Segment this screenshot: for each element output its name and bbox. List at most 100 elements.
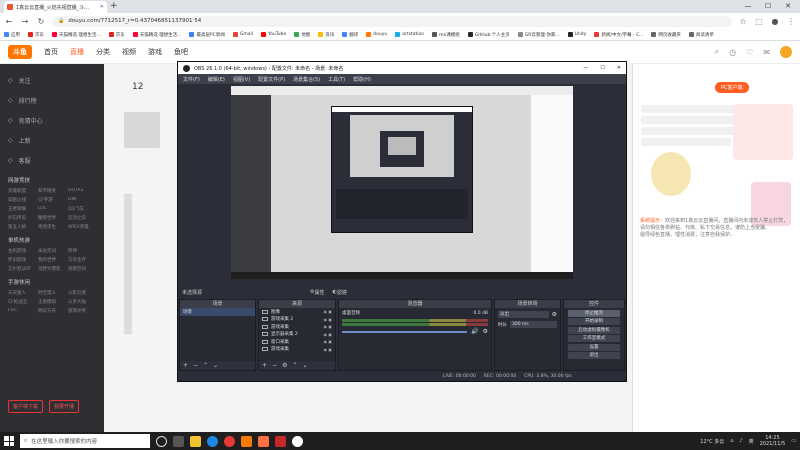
chrome-icon[interactable] xyxy=(224,435,235,447)
control-button[interactable]: 工作室模式 xyxy=(568,335,620,342)
bookmark-item[interactable]: YouTube xyxy=(260,32,286,37)
sidebar-category-link[interactable]: 原神 xyxy=(68,248,94,254)
douyu-app-icon[interactable] xyxy=(258,435,269,447)
sidebar-category-link[interactable]: LOL xyxy=(38,206,64,212)
message-icon[interactable]: ✉ xyxy=(763,48,770,57)
source-settings-icon[interactable]: ⚙ xyxy=(282,362,287,369)
search-icon[interactable]: ⌕ xyxy=(715,47,719,57)
obs-menu-item[interactable]: 配置文件(P) xyxy=(258,76,285,83)
extensions-icon[interactable]: ⬚ xyxy=(754,17,764,26)
mixer-gear-icon[interactable]: ⚙ xyxy=(483,328,488,335)
sidebar-category-link[interactable]: CF手游 xyxy=(38,197,64,203)
scene-item[interactable]: 场景 xyxy=(180,308,255,316)
sidebar-category-link[interactable]: 杀戮空间 xyxy=(68,266,94,272)
browser-tab[interactable]: 1真云云直播_火焰先视直播_斗... ✕ xyxy=(4,1,107,13)
sidebar-category-link[interactable]: 斗罗大陆 xyxy=(68,299,94,305)
sidebar-category-link[interactable]: 艾尔登法环 xyxy=(8,266,34,272)
add-source-icon[interactable]: + xyxy=(262,362,267,369)
cortana-icon[interactable] xyxy=(156,435,167,447)
task-view-icon[interactable] xyxy=(173,435,184,447)
visibility-eye-icon[interactable]: ◉ ▣ xyxy=(323,324,332,329)
weather-text[interactable]: 12°C 多云 xyxy=(700,438,724,445)
windows-start-icon[interactable] xyxy=(4,436,14,446)
obs-menu-item[interactable]: 场景集合(S) xyxy=(293,76,320,83)
url-field[interactable]: 🔒 douyu.com/7712517_r=0.437046851137901 … xyxy=(52,15,732,27)
source-item[interactable]: 游戏采集 ◉ ▣ xyxy=(259,346,335,354)
nav-game[interactable]: 游戏 xyxy=(148,47,162,57)
sidebar-item[interactable]: ◇ 竞猜中心 xyxy=(8,110,96,130)
douyu-logo[interactable]: 斗鱼 xyxy=(8,45,32,59)
remove-scene-icon[interactable]: − xyxy=(193,362,198,369)
obs-maximize-button[interactable]: ☐ xyxy=(600,65,604,71)
sidebar-category-link[interactable]: 方舟生存 xyxy=(68,257,94,263)
visibility-eye-icon[interactable]: ◉ ▣ xyxy=(323,332,332,337)
sidebar-category-link[interactable]: DOTA2 xyxy=(68,188,94,194)
bookmark-item[interactable]: mo课模组 xyxy=(432,32,460,38)
bookmark-item[interactable]: 京东 xyxy=(28,32,44,38)
bookmark-item[interactable]: 地图 xyxy=(294,32,310,38)
app-icon[interactable] xyxy=(275,435,286,447)
sidebar-category-link[interactable]: 英雄联盟 xyxy=(8,188,34,194)
nav-category[interactable]: 分类 xyxy=(96,47,110,57)
sidebar-category-link[interactable]: FGC xyxy=(8,308,34,314)
bookmark-item[interactable]: artstation xyxy=(395,32,424,37)
nav-home[interactable]: 首页 xyxy=(44,47,58,57)
reload-icon[interactable]: ↻ xyxy=(36,17,46,26)
obs-menu-item[interactable]: 工具(T) xyxy=(328,76,345,83)
transition-select[interactable]: 淡出 xyxy=(498,311,549,318)
sidebar-category-link[interactable]: 王者荣耀 xyxy=(8,206,34,212)
control-button[interactable]: 设置 xyxy=(568,343,620,351)
sidebar-category-link[interactable]: 第五人格 xyxy=(8,224,34,230)
add-scene-icon[interactable]: + xyxy=(183,362,188,369)
language-indicator[interactable]: 英 xyxy=(749,438,754,445)
properties-button[interactable]: ⚙ 属性 xyxy=(310,289,325,296)
source-item[interactable]: 窗口采集 ◉ ▣ xyxy=(259,338,335,346)
bookmark-item[interactable]: 天猫精选·理想生活... xyxy=(52,32,101,38)
obs-menu-item[interactable]: 视图(V) xyxy=(233,76,250,83)
edge-icon[interactable] xyxy=(207,435,218,447)
minimize-button[interactable]: — xyxy=(738,1,758,12)
bookmark-item[interactable]: 最高层PC新闻 xyxy=(189,32,225,38)
filters-button[interactable]: ◐ 滤镜 xyxy=(333,289,347,296)
transition-gear-icon[interactable]: ⚙ xyxy=(552,311,557,318)
sidebar-category-link[interactable]: 部落冲突 xyxy=(68,308,94,314)
bookmark-item[interactable]: 资讯 xyxy=(318,32,334,38)
sidebar-category-link[interactable]: DNF xyxy=(68,197,94,203)
sidebar-item[interactable]: ◇ 关注 xyxy=(8,70,96,90)
down-icon[interactable]: ⌄ xyxy=(302,362,307,369)
sidebar-category-link[interactable]: CF枪战王 xyxy=(8,299,34,305)
bookmark-item[interactable]: 京东 xyxy=(108,32,125,38)
sidebar-category-link[interactable]: 主机游戏 xyxy=(8,248,34,254)
tab-close-icon[interactable]: ✕ xyxy=(100,4,104,10)
bookmark-item[interactable]: 新闻/中文/字幕 - C... xyxy=(594,32,643,38)
streamer-thumbnail[interactable] xyxy=(124,112,160,148)
control-button[interactable]: 启动虚拟摄像机 xyxy=(568,326,620,334)
control-button[interactable]: 退出 xyxy=(568,352,620,359)
nav-yuba[interactable]: 鱼吧 xyxy=(174,47,188,57)
sidebar-category-link[interactable]: 炉石传说 xyxy=(8,215,34,221)
sidebar-category-link[interactable]: QQ飞车 xyxy=(68,206,94,212)
back-icon[interactable]: ← xyxy=(4,17,14,26)
sidebar-category-link[interactable]: 怀旧游戏 xyxy=(8,257,34,263)
sidebar-category-link[interactable]: 荒野大镖客 xyxy=(38,266,64,272)
visibility-eye-icon[interactable]: ◉ ▣ xyxy=(323,317,332,322)
bookmark-item[interactable]: Unity xyxy=(567,32,586,37)
sidebar-category-link[interactable]: 王者模拟 xyxy=(38,299,64,305)
source-item[interactable]: 图像 ◉ ▣ xyxy=(259,308,335,316)
control-button[interactable]: 开始录制 xyxy=(568,318,620,325)
notification-icon[interactable]: ▭ xyxy=(791,438,796,444)
sidebar-item[interactable]: ◇ 客服 xyxy=(8,150,96,170)
sidebar-category-link[interactable]: 云顶之弈 xyxy=(68,215,94,221)
obs-close-button[interactable]: ✕ xyxy=(617,65,621,71)
bookmark-item[interactable]: 天猫精选·理想生活... xyxy=(132,32,181,38)
sidebar-item[interactable]: ◇ 排行榜 xyxy=(8,90,96,110)
obs-app-icon[interactable] xyxy=(292,435,303,447)
sidebar-item[interactable]: ◇ 上新 xyxy=(8,130,96,150)
bookmark-item[interactable]: GitHub·个人主页 xyxy=(467,32,510,38)
network-icon[interactable]: ⌂ xyxy=(730,438,733,444)
sidebar-category-link[interactable]: 时空猎人 xyxy=(38,290,64,296)
sidebar-category-link[interactable]: APEX英雄 xyxy=(68,224,94,230)
profile-icon[interactable]: ● xyxy=(770,17,780,26)
bookmark-item[interactable]: 翻译 xyxy=(342,32,358,38)
bookmark-item[interactable]: douyu xyxy=(366,32,387,37)
